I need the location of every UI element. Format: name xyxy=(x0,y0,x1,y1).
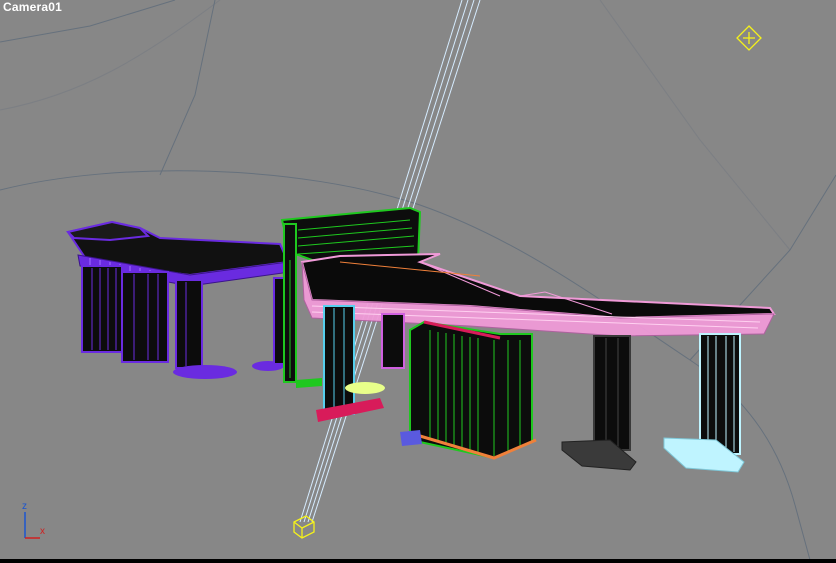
leg-dark-right[interactable] xyxy=(561,335,637,471)
viewport-label[interactable]: Camera01 xyxy=(3,0,62,14)
axis-gizmo: z x xyxy=(22,501,45,539)
leg-cyan-right[interactable] xyxy=(663,333,745,473)
camera-object-icon[interactable] xyxy=(293,515,315,539)
camera-target-icon[interactable] xyxy=(736,25,762,51)
axis-x-label: x xyxy=(40,526,45,537)
camera-viewport[interactable]: Camera01 z x xyxy=(0,0,836,563)
desk-left-purple[interactable] xyxy=(66,220,291,379)
desk-top-pink[interactable] xyxy=(300,253,776,337)
leg-magenta[interactable] xyxy=(381,313,405,369)
axis-z-label: z xyxy=(22,501,27,512)
cabinet-green[interactable] xyxy=(400,320,537,460)
leg-cyan-left[interactable] xyxy=(316,305,385,422)
viewport-bottom-border xyxy=(0,559,836,563)
scene-canvas[interactable]: z x xyxy=(0,0,836,563)
